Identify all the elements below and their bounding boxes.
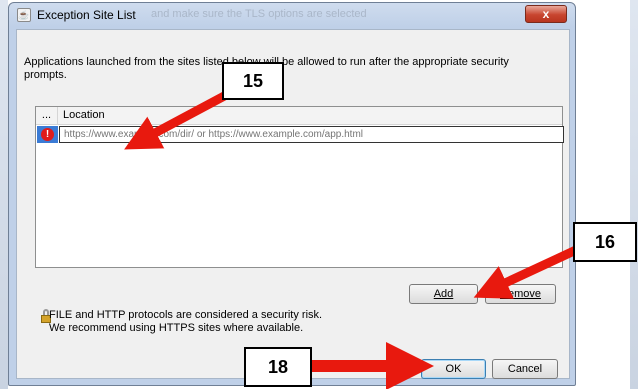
step-callout-18: 18 [244,347,312,387]
add-button[interactable]: Add [409,284,478,304]
step-callout-16: 16 [573,222,637,262]
dialog-content: Applications launched from the sites lis… [16,29,570,379]
site-list-table: ... Location ! [35,106,564,268]
row-status-cell: ! [37,126,58,143]
column-header-location[interactable]: Location [63,109,105,121]
background-left-edge [0,0,8,389]
security-warning-line1: FILE and HTTP protocols are considered a… [49,309,323,321]
ok-button[interactable]: OK [421,359,486,379]
column-header-status[interactable]: ... [36,107,58,124]
java-app-icon: ☕ [17,8,31,22]
location-input[interactable] [59,126,564,143]
add-button-label: Add [433,288,454,300]
exception-site-list-dialog: ☕ Exception Site List and make sure the … [8,2,576,386]
security-warning-line2: We recommend using HTTPS sites where ava… [49,322,304,334]
step-callout-15: 15 [222,62,284,100]
description-text: Applications launched from the sites lis… [24,56,509,81]
cancel-button[interactable]: Cancel [492,359,558,379]
title-bar: ☕ Exception Site List and make sure the … [9,3,575,27]
close-button[interactable]: x [525,5,567,23]
table-row[interactable]: ! [36,126,564,143]
background-title-fragment: and make sure the TLS options are select… [151,8,367,20]
error-icon: ! [41,128,54,141]
remove-button[interactable]: Remove [485,284,556,304]
security-warning: FILE and HTTP protocols are considered a… [49,309,322,335]
background-right-edge [630,0,638,389]
dialog-title: Exception Site List [37,8,136,22]
table-header: ... Location [36,107,562,125]
remove-button-label: Remove [500,288,541,300]
